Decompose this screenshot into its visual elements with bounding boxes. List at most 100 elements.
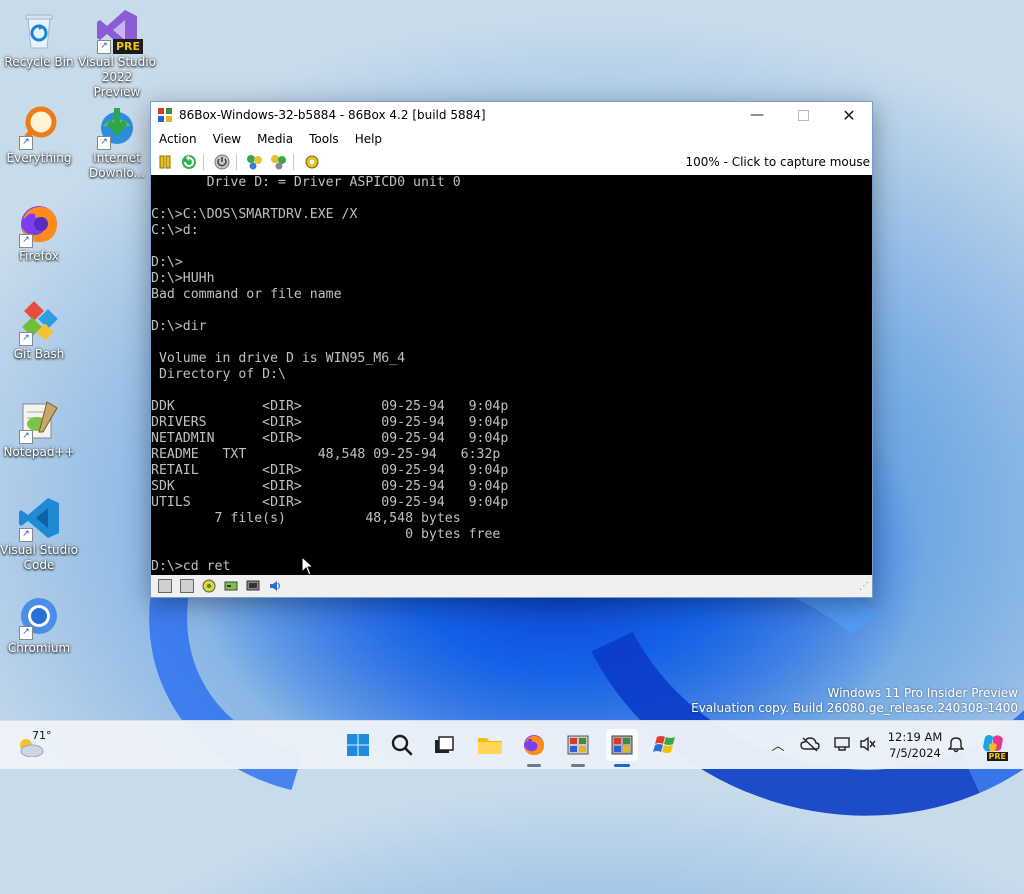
copilot-button[interactable]: PRE [980,733,1008,761]
power-icon [214,154,230,170]
onedrive-tray-button[interactable] [800,733,820,755]
desktop-icon-label: Recycle Bin [4,55,74,69]
desktop-icon-git-bash[interactable]: ↗ Git Bash [0,300,78,362]
emulator-window[interactable]: 86Box-Windows-32-b5884 - 86Box 4.2 [buil… [150,101,873,598]
copilot-preview-badge: PRE [986,752,1008,761]
speaker-icon [270,581,280,591]
start-button[interactable] [342,729,374,761]
window-title: 86Box-Windows-32-b5884 - 86Box 4.2 [buil… [179,108,486,122]
shortcut-arrow-icon: ↗ [19,136,33,150]
hard-disk-icon [224,581,238,591]
taskbar-windows-95-app[interactable] [650,729,682,761]
maximize-button[interactable] [780,102,826,128]
taskbar-firefox[interactable] [518,729,550,767]
toolbar: 100% - Click to capture mouse [151,150,872,174]
notifications-button[interactable] [946,733,966,755]
desktop-icon-label: Everything [6,151,72,165]
reset-icon [182,155,196,169]
title-bar[interactable]: 86Box-Windows-32-b5884 - 86Box 4.2 [buil… [151,102,872,128]
recycle-bin-icon [17,8,61,52]
emulator-screen[interactable]: Drive D: = Driver ASPICD0 unit 0 C:\>C:\… [151,175,872,575]
desktop-icon-visual-studio-code[interactable]: ↗ Visual Studio Code [0,496,78,573]
dos-console-output: Drive D: = Driver ASPICD0 unit 0 C:\>C:\… [151,175,509,574]
menu-media[interactable]: Media [249,132,301,146]
notepad-plus-plus-icon: ↗ [17,398,61,444]
close-button[interactable]: ✕ [826,102,872,128]
hard-reset-button[interactable] [179,152,199,172]
floppy-drive-a-button[interactable] [157,578,173,594]
task-view-button[interactable] [428,729,460,761]
floppy-drive-b-button[interactable] [179,578,195,594]
bell-icon [948,737,964,753]
watermark-build: Evaluation copy. Build 26080.ge_release.… [691,701,1018,715]
menu-help[interactable]: Help [347,132,390,146]
hard-disk-button[interactable] [223,578,239,594]
desktop-icon-label: Chromium [7,641,71,655]
86box-manager-icon [567,735,589,755]
search-button[interactable] [386,729,418,761]
visual-studio-preview-icon: PRE ↗ [95,8,143,54]
ctrl-alt-esc-button[interactable] [269,152,289,172]
shortcut-arrow-icon: ↗ [19,234,33,248]
desktop-icon-label: Firefox [19,249,59,263]
pause-button[interactable] [155,152,175,172]
show-hidden-icons-button[interactable]: ︿ [768,733,788,755]
minimize-button[interactable]: — [734,102,780,128]
search-icon [391,734,413,756]
everything-search-icon: ↗ [17,104,61,150]
mouse-capture-status[interactable]: 100% - Click to capture mouse [685,155,872,169]
resize-grip-icon[interactable]: ⋰ [859,581,869,592]
close-icon: ✕ [842,105,856,125]
visual-studio-code-icon: ↗ [17,496,61,542]
shortcut-arrow-icon: ↗ [19,332,33,346]
desktop-icon-label: Git Bash [13,347,65,361]
internet-download-manager-icon: ↗ [95,104,139,150]
firefox-icon: ↗ [17,202,61,248]
firefox-icon [524,735,544,755]
settings-button[interactable] [302,152,322,172]
gear-icon [305,155,319,169]
floppy-icon [180,579,194,593]
menu-view[interactable]: View [205,132,249,146]
toolbar-separator [236,154,237,170]
86box-app-icon [611,735,633,755]
task-view-icon [435,736,454,753]
menu-tools[interactable]: Tools [301,132,347,146]
cdrom-drive-button[interactable] [201,578,217,594]
power-button[interactable] [212,152,232,172]
desktop-icon-chromium[interactable]: ↗ Chromium [0,594,78,656]
desktop-icon-visual-studio-2022-preview[interactable]: PRE ↗ Visual Studio 2022 Preview [78,8,156,100]
toolbar-separator [203,154,204,170]
weather-widget[interactable]: 71° [14,729,64,761]
volume-tray-button[interactable] [858,733,878,755]
desktop-icon-notepad-plus-plus[interactable]: ↗ Notepad++ [0,398,78,460]
maximize-icon [797,109,809,121]
taskbar-86box-manager[interactable] [562,729,594,767]
taskbar-file-explorer[interactable] [474,729,506,761]
keyboard-keys-icon [271,155,286,170]
os-watermark: Windows 11 Pro Insider Preview Evaluatio… [691,686,1018,716]
network-card-icon [246,580,260,591]
mouse-cursor-icon [301,556,315,575]
cdrom-icon [202,579,216,593]
desktop-icon-firefox[interactable]: ↗ Firefox [0,202,78,264]
cloud-offline-icon [800,737,820,752]
weather-temperature: 71° [32,729,52,742]
menu-action[interactable]: Action [151,132,205,146]
shortcut-arrow-icon: ↗ [19,430,33,444]
clock[interactable]: 12:19 AM 7/5/2024 [880,729,950,761]
sound-button[interactable] [267,578,283,594]
desktop-icon-label: Notepad++ [3,445,75,459]
shortcut-arrow-icon: ↗ [97,136,111,150]
status-bar: ⋰ [151,575,872,597]
network-tray-button[interactable] [832,733,852,755]
desktop-icon-label: Visual Studio Code [0,543,78,572]
desktop-icon-recycle-bin[interactable]: Recycle Bin [0,8,78,70]
ethernet-icon [834,737,850,751]
preview-badge: PRE [112,39,143,54]
network-button[interactable] [245,578,261,594]
taskbar-86box-emulator[interactable] [606,729,638,767]
desktop-icon-everything[interactable]: ↗ Everything [0,104,78,166]
desktop-icon-internet-download-manager[interactable]: ↗ Internet Downlo... [78,104,156,181]
ctrl-alt-del-button[interactable] [245,152,265,172]
